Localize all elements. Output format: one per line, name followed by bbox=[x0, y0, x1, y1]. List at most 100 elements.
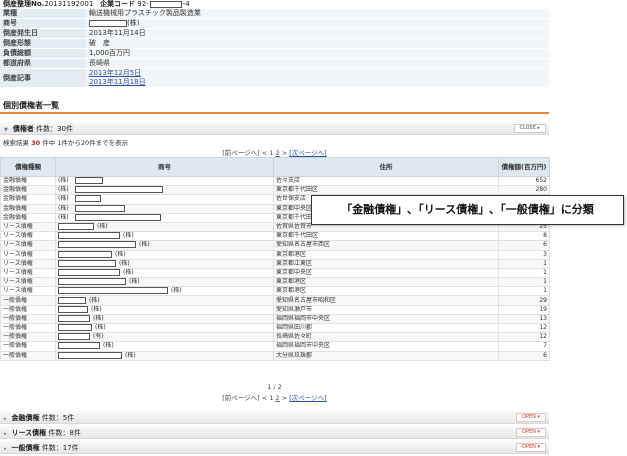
report-sheet: 倒産整理No.20131192001 企業コード 92- -4 業種 輸送機械用プラ… bbox=[0, 0, 549, 88]
cell-address: 愛知県瀬戸市 bbox=[273, 304, 499, 315]
cell-name: (株) bbox=[55, 231, 274, 242]
group-bar-finance[interactable]: ▸ 金融債権 件数：5件 OPEN ▾ bbox=[0, 411, 549, 424]
redacted-name bbox=[58, 251, 112, 258]
redacted-name bbox=[58, 342, 100, 350]
cell-address: 佐々支店 bbox=[273, 175, 499, 187]
company-code-label: 企業コード bbox=[100, 0, 136, 8]
info-key: 負債総額 bbox=[0, 48, 86, 59]
redacted-name bbox=[74, 177, 103, 185]
cell-amount: 652 bbox=[498, 175, 550, 187]
cell-type: 一般債権 bbox=[0, 295, 56, 306]
page-info: 1 / 2 bbox=[267, 383, 282, 391]
table-row: リース債権 (株) 東京都中央区 1 bbox=[0, 267, 550, 279]
table-row: リース債権 (株) 東京都港区 1 bbox=[0, 277, 550, 288]
cell-amount: 280 bbox=[498, 185, 550, 196]
info-key: 商号 bbox=[0, 18, 86, 29]
cell-name: (株) bbox=[55, 350, 274, 361]
expand-triangle-icon: ▸ bbox=[4, 446, 7, 452]
redacted-name bbox=[58, 278, 126, 286]
article-link[interactable]: 2013年12月5日 bbox=[89, 69, 141, 77]
cell-address: 東京都港区 bbox=[273, 249, 499, 260]
cell-address: 東京都港区 bbox=[273, 277, 499, 288]
table-row: 金融債権 (株) 佐々支店 652 bbox=[0, 175, 550, 187]
cell-address: 福岡県福岡市中央区 bbox=[273, 313, 499, 325]
table-row: 一般債権 (株) 福岡県田川郡 12 bbox=[0, 322, 550, 334]
info-key: 都道府県 bbox=[0, 58, 86, 69]
open-button[interactable]: OPEN ▾ bbox=[516, 443, 546, 452]
table-row: 一般債権 (株) 福岡県福岡市中央区 7 bbox=[0, 341, 550, 352]
cell-name: (株) bbox=[55, 221, 274, 233]
cell-name: (株) bbox=[55, 175, 274, 187]
table-row: リース債権 (株) 愛知県名古屋市西区 6 bbox=[0, 240, 550, 251]
open-button[interactable]: OPEN ▾ bbox=[516, 428, 546, 437]
next-page-link[interactable]: [次ページへ] bbox=[289, 394, 326, 402]
cell-type: 一般債権 bbox=[0, 322, 56, 334]
redacted-name bbox=[58, 287, 168, 295]
cell-type: 一般債権 bbox=[0, 313, 56, 325]
group-bar-general[interactable]: ▸ 一般債権 件数：17件 OPEN ▾ bbox=[0, 441, 549, 454]
annotation-callout: 「金融債権」､「リース債権」､「一般債権」に分類 bbox=[311, 195, 624, 225]
page-current: 1 bbox=[269, 149, 274, 157]
creditor-bar-count: 件数：30件 bbox=[36, 125, 74, 133]
cell-amount: 12 bbox=[498, 332, 550, 343]
cell-name: (株) bbox=[55, 194, 274, 205]
cell-name: (株) bbox=[55, 322, 274, 334]
cell-amount: 1 bbox=[498, 277, 550, 288]
company-info-table: 業種 輸送機械用プラスチック製品製造業 商号 (株) 倒産発生日 2013年11月14… bbox=[0, 9, 549, 88]
cell-amount: 7 bbox=[498, 341, 550, 352]
redacted-name bbox=[58, 315, 90, 322]
col-header-type: 債権種類 bbox=[0, 157, 56, 177]
cell-amount: 6 bbox=[498, 350, 550, 361]
cell-amount: 1 bbox=[498, 258, 550, 269]
table-row: 一般債権 (株) 大分県玖珠郡 6 bbox=[0, 350, 550, 361]
cell-address: 愛知県名古屋市西区 bbox=[273, 240, 499, 251]
cell-type: 一般債権 bbox=[0, 304, 56, 315]
redacted-name bbox=[58, 324, 92, 332]
cell-name: (株) bbox=[55, 249, 274, 260]
result-count: 30 bbox=[31, 139, 41, 147]
cell-address: 東京都千代田区 bbox=[273, 231, 499, 242]
cell-name: (株) bbox=[55, 313, 274, 325]
cell-amount: 6 bbox=[498, 240, 550, 251]
redacted-name bbox=[58, 296, 86, 304]
close-button[interactable]: CLOSE ▸ bbox=[513, 124, 546, 133]
cell-type: リース債権 bbox=[0, 267, 56, 279]
cell-name: (株) bbox=[55, 277, 274, 288]
cell-type: 金融債権 bbox=[0, 212, 56, 223]
redacted-name bbox=[74, 186, 163, 194]
table-row: 一般債権 (有) 長崎県佐々町 12 bbox=[0, 332, 550, 343]
cell-address: 大分県玖珠郡 bbox=[273, 350, 499, 361]
cell-type: リース債権 bbox=[0, 231, 56, 242]
creditor-table: 債権種類 商号 住所 債権額(百万円) 金融債権 (株) 佐々支店 652 金融債権 (株… bbox=[0, 157, 550, 361]
search-result-stats: 検索結果 30 件中 1件から20件までを表示 bbox=[3, 139, 129, 147]
group-bar-lease[interactable]: ▸ リース債権 件数：8件 OPEN ▾ bbox=[0, 426, 549, 439]
cell-type: リース債権 bbox=[0, 258, 56, 269]
table-row: 金融債権 (株) 東京都千代田区 280 bbox=[0, 185, 550, 196]
cell-name: (株) bbox=[55, 240, 274, 251]
cell-name: (株) bbox=[55, 267, 274, 279]
article-links: 2013年12月5日 2013年11月18日 bbox=[86, 68, 549, 88]
cell-address: 東京都港区 bbox=[273, 286, 499, 297]
cell-name: (株) bbox=[55, 258, 274, 269]
open-button[interactable]: OPEN ▾ bbox=[516, 413, 546, 422]
col-header-name: 商号 bbox=[55, 157, 274, 177]
next-page-link[interactable]: [次ページへ] bbox=[289, 149, 326, 157]
redacted-name bbox=[74, 195, 101, 203]
info-value: 輸送機械用プラスチック製品製造業 bbox=[86, 9, 549, 19]
cell-address: 福岡県福岡市中央区 bbox=[273, 341, 499, 352]
redacted-name bbox=[58, 333, 90, 341]
prev-page-text: [前ページへ] bbox=[222, 149, 260, 157]
article-link[interactable]: 2013年11月18日 bbox=[89, 78, 146, 86]
info-value: 2013年11月14日 bbox=[86, 28, 549, 39]
cell-amount: 13 bbox=[498, 313, 550, 325]
cell-type: 一般債権 bbox=[0, 341, 56, 352]
info-value: (株) bbox=[127, 19, 140, 27]
report-header: 倒産整理No.20131192001 企業コード 92- -4 bbox=[0, 0, 549, 9]
redacted-name bbox=[58, 352, 122, 359]
info-key: 倒産発生日 bbox=[0, 28, 86, 39]
creditor-bar[interactable]: ▼ 債権者 件数：30件 CLOSE ▸ bbox=[0, 122, 549, 135]
redacted-name bbox=[89, 19, 127, 27]
doc-no: 20131192001 bbox=[44, 0, 94, 8]
cell-address: 東京都中央区 bbox=[273, 267, 499, 279]
cell-name: (株) bbox=[55, 212, 274, 223]
